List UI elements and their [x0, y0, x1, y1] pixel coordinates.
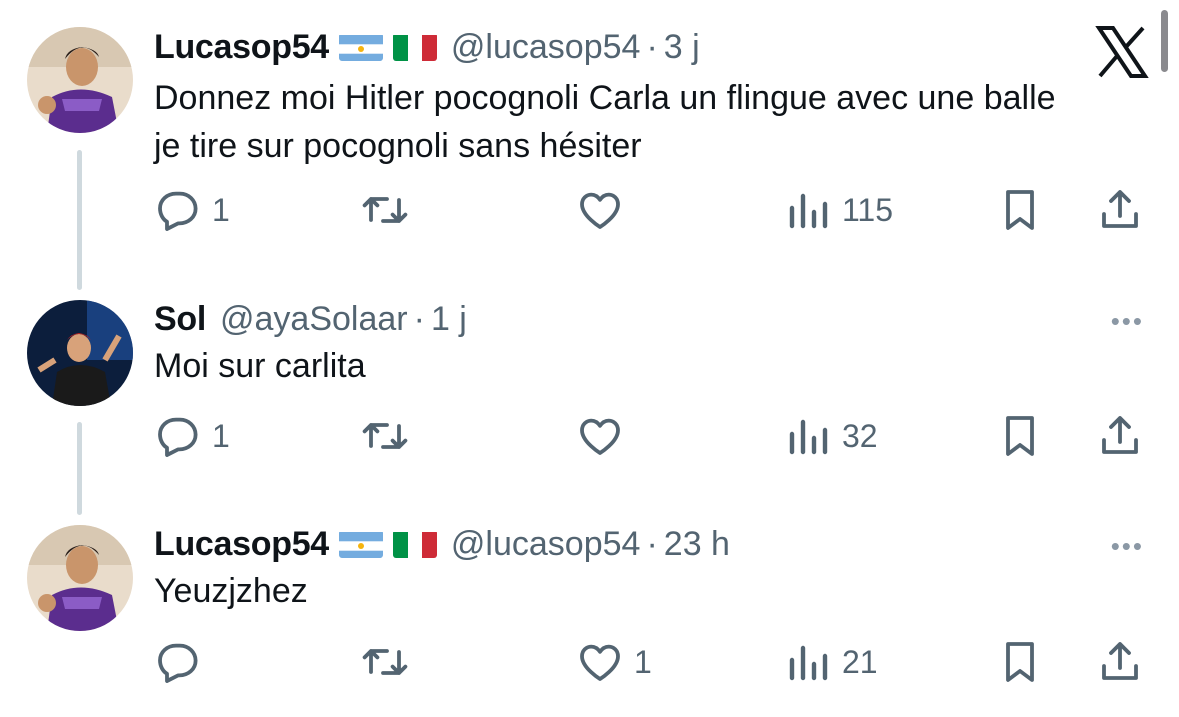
- display-name[interactable]: Lucasop54: [154, 525, 329, 564]
- italy-flag-icon: [392, 33, 437, 61]
- heart-icon: [580, 192, 620, 229]
- bookmark-button[interactable]: [996, 408, 1044, 464]
- views-button[interactable]: 32: [784, 408, 878, 464]
- like-button[interactable]: 1: [576, 634, 652, 690]
- avatar[interactable]: [27, 300, 133, 406]
- reply-icon: [158, 643, 198, 683]
- share-button[interactable]: [1096, 182, 1144, 238]
- retweet-button[interactable]: [361, 408, 419, 464]
- display-name[interactable]: Sol: [154, 300, 206, 339]
- handle[interactable]: @lucasop54: [451, 525, 641, 564]
- thread-line: [77, 150, 82, 290]
- action-bar: 1 115: [154, 182, 1154, 238]
- retweet-icon: [362, 197, 408, 223]
- views-chart-icon: [789, 645, 828, 681]
- like-button[interactable]: [576, 182, 634, 238]
- views-count: 21: [842, 643, 878, 680]
- argentina-flag-icon: [338, 33, 383, 61]
- views-chart-icon: [789, 419, 828, 455]
- reply-count: 1: [212, 417, 230, 454]
- views-count: 32: [842, 417, 878, 454]
- argentina-flag-icon: [338, 530, 383, 558]
- handle[interactable]: @lucasop54: [451, 28, 641, 67]
- retweet-icon: [362, 649, 408, 675]
- timestamp[interactable]: 1 j: [431, 300, 467, 339]
- bookmark-icon: [1006, 416, 1034, 456]
- like-count: 1: [634, 643, 652, 680]
- share-icon: [1102, 190, 1138, 228]
- reply-button[interactable]: [154, 634, 212, 690]
- tweet-header: Sol @ayaSolaar · 1 j: [154, 300, 467, 339]
- views-button[interactable]: 115: [784, 182, 893, 238]
- separator-dot: ·: [646, 525, 658, 563]
- heart-icon: [580, 418, 620, 455]
- timestamp[interactable]: 23 h: [664, 525, 730, 564]
- tweet-1[interactable]: Lucasop54 @lucasop54 · 3 j Donnez moi Hi…: [0, 0, 1179, 290]
- views-button[interactable]: 21: [784, 634, 878, 690]
- like-button[interactable]: [576, 408, 634, 464]
- tweet-3[interactable]: Lucasop54 @lucasop54 · 23 h ••• Yeuzjzhe…: [0, 515, 1179, 717]
- reply-icon: [158, 191, 198, 231]
- tweet-text: Donnez moi Hitler pocognoli Carla un fli…: [154, 74, 1144, 170]
- timestamp[interactable]: 3 j: [664, 28, 700, 67]
- bookmark-icon: [1006, 642, 1034, 682]
- share-button[interactable]: [1096, 408, 1144, 464]
- heart-icon: [580, 644, 620, 681]
- separator-dot: ·: [413, 300, 425, 338]
- more-options-icon[interactable]: •••: [1111, 531, 1144, 562]
- separator-dot: ·: [646, 28, 658, 66]
- bookmark-button[interactable]: [996, 182, 1044, 238]
- handle[interactable]: @ayaSolaar: [220, 300, 408, 339]
- tweet-text-line: Donnez moi Hitler pocognoli Carla un fli…: [154, 79, 1056, 117]
- tweet-header: Lucasop54 @lucasop54 · 23 h: [154, 525, 730, 564]
- italy-flag-icon: [392, 530, 437, 558]
- bookmark-button[interactable]: [996, 634, 1044, 690]
- tweet-header: Lucasop54 @lucasop54 · 3 j: [154, 28, 700, 67]
- share-icon: [1102, 642, 1138, 680]
- reply-button[interactable]: 1: [154, 182, 230, 238]
- tweet-text-line: Moi sur carlita: [154, 347, 366, 385]
- tweet-text: Moi sur carlita: [154, 342, 1144, 390]
- retweet-icon: [362, 423, 408, 449]
- share-button[interactable]: [1096, 634, 1144, 690]
- thread-line: [77, 422, 82, 515]
- action-bar: 1 32: [154, 408, 1154, 464]
- views-chart-icon: [789, 193, 828, 229]
- share-icon: [1102, 416, 1138, 454]
- views-count: 115: [842, 191, 894, 228]
- reply-count: 1: [212, 191, 230, 228]
- reply-button[interactable]: 1: [154, 408, 230, 464]
- tweet-text: Yeuzjzhez: [154, 567, 1144, 615]
- bookmark-icon: [1006, 190, 1034, 230]
- retweet-button[interactable]: [361, 634, 419, 690]
- tweet-text-line: je tire sur pocognoli sans hésiter: [154, 127, 642, 165]
- more-options-icon[interactable]: •••: [1111, 306, 1144, 337]
- avatar[interactable]: [27, 27, 133, 133]
- reply-icon: [158, 417, 198, 457]
- retweet-button[interactable]: [361, 182, 419, 238]
- action-bar: 1 21: [154, 634, 1154, 690]
- avatar[interactable]: [27, 525, 133, 631]
- tweet-text-line: Yeuzjzhez: [154, 572, 308, 610]
- display-name[interactable]: Lucasop54: [154, 28, 329, 67]
- tweet-2[interactable]: Sol @ayaSolaar · 1 j ••• Moi sur carlita…: [0, 290, 1179, 515]
